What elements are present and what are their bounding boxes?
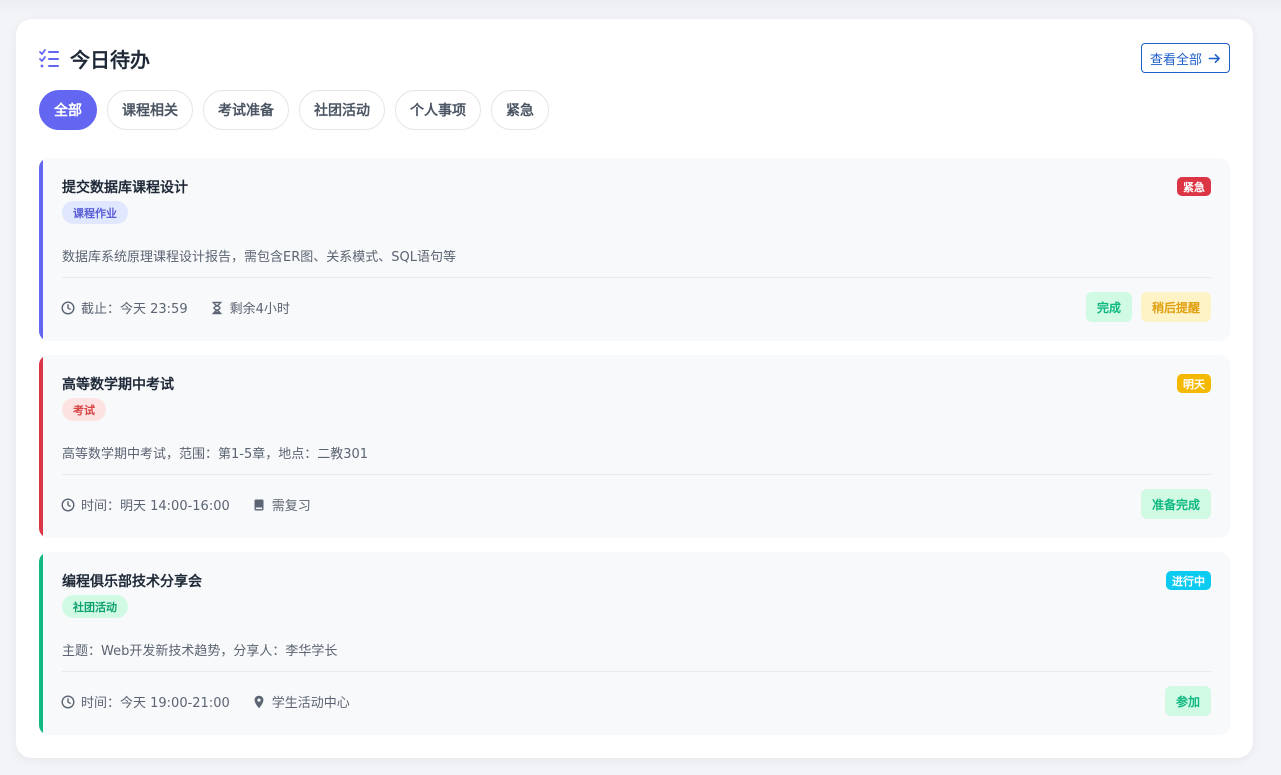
- tab-exam[interactable]: 考试准备: [203, 90, 289, 130]
- task-title: 提交数据库课程设计: [62, 180, 188, 196]
- task-description: 数据库系统原理课程设计报告，需包含ER图、关系模式、SQL语句等: [62, 250, 456, 265]
- page-top-shade: [0, 0, 1281, 16]
- category-tag: 社团活动: [62, 595, 128, 618]
- card-divider: [62, 474, 1211, 475]
- page-title: 今日待办: [70, 47, 150, 72]
- clock-icon: [61, 694, 75, 709]
- view-all-label: 查看全部: [1149, 52, 1202, 68]
- join-button[interactable]: 参加: [1164, 686, 1211, 716]
- remaining-meta: 剩余4小时: [210, 298, 290, 317]
- task-list: 提交数据库课程设计 紧急 课程作业 数据库系统原理课程设计报告，需包含ER图、关…: [39, 158, 1230, 749]
- clock-icon: [61, 300, 75, 315]
- review-text: 需复习: [271, 499, 311, 514]
- location-text: 学生活动中心: [271, 696, 350, 711]
- tab-urgent[interactable]: 紧急: [491, 90, 549, 130]
- todo-panel: 今日待办 查看全部 全部 课程相关 考试准备 社团活动 个人事项 紧急 提交数据…: [16, 19, 1253, 758]
- tab-personal[interactable]: 个人事项: [395, 90, 481, 130]
- card-divider: [62, 277, 1211, 278]
- hourglass-icon: [211, 301, 222, 314]
- card-accent-bar: [39, 355, 43, 538]
- deadline-text: 截止：今天 23:59: [81, 302, 188, 317]
- remind-later-button[interactable]: 稍后提醒: [1140, 292, 1211, 322]
- tab-club[interactable]: 社团活动: [299, 90, 385, 130]
- category-tag: 考试: [62, 398, 106, 421]
- panel-header: 今日待办 查看全部: [38, 41, 1230, 75]
- title-wrap: 今日待办: [38, 44, 150, 73]
- task-actions: 准备完成: [1140, 489, 1211, 519]
- task-meta: 时间：明天 14:00-16:00 需复习: [61, 495, 311, 514]
- time-meta: 时间：明天 14:00-16:00: [61, 495, 230, 514]
- task-list-icon: [38, 47, 60, 69]
- prepared-button[interactable]: 准备完成: [1140, 489, 1211, 519]
- status-badge: 进行中: [1166, 571, 1211, 590]
- deadline-meta: 截止：今天 23:59: [61, 298, 188, 317]
- status-badge: 紧急: [1177, 177, 1211, 196]
- view-all-button[interactable]: 查看全部: [1140, 43, 1230, 73]
- time-text: 时间：明天 14:00-16:00: [81, 499, 230, 514]
- map-pin-icon: [254, 695, 264, 708]
- task-card[interactable]: 编程俱乐部技术分享会 进行中 社团活动 主题：Web开发新技术趋势，分享人：李华…: [39, 552, 1230, 735]
- review-meta: 需复习: [252, 495, 311, 514]
- remaining-text: 剩余4小时: [229, 302, 290, 317]
- card-divider: [62, 671, 1211, 672]
- task-meta: 截止：今天 23:59 剩余4小时: [61, 298, 290, 317]
- task-description: 高等数学期中考试，范围：第1-5章，地点：二教301: [62, 447, 369, 462]
- book-icon: [254, 499, 264, 510]
- status-badge: 明天: [1177, 374, 1211, 393]
- task-title: 编程俱乐部技术分享会: [62, 574, 202, 590]
- task-card[interactable]: 提交数据库课程设计 紧急 课程作业 数据库系统原理课程设计报告，需包含ER图、关…: [39, 158, 1230, 341]
- arrow-right-icon: [1208, 53, 1220, 63]
- time-meta: 时间：今天 19:00-21:00: [61, 692, 230, 711]
- task-title: 高等数学期中考试: [62, 377, 174, 393]
- time-text: 时间：今天 19:00-21:00: [81, 696, 230, 711]
- tab-course[interactable]: 课程相关: [107, 90, 193, 130]
- card-accent-bar: [39, 158, 43, 341]
- card-accent-bar: [39, 552, 43, 735]
- complete-button[interactable]: 完成: [1085, 292, 1132, 322]
- category-tag: 课程作业: [62, 201, 128, 224]
- location-meta: 学生活动中心: [252, 692, 350, 711]
- clock-icon: [61, 497, 75, 512]
- task-actions: 参加: [1164, 686, 1211, 716]
- task-description: 主题：Web开发新技术趋势，分享人：李华学长: [62, 644, 338, 659]
- filter-tabs: 全部 课程相关 考试准备 社团活动 个人事项 紧急: [39, 90, 549, 130]
- task-card[interactable]: 高等数学期中考试 明天 考试 高等数学期中考试，范围：第1-5章，地点：二教30…: [39, 355, 1230, 538]
- task-meta: 时间：今天 19:00-21:00 学生活动中心: [61, 692, 350, 711]
- task-actions: 完成 稍后提醒: [1085, 292, 1211, 322]
- tab-all[interactable]: 全部: [39, 90, 97, 130]
